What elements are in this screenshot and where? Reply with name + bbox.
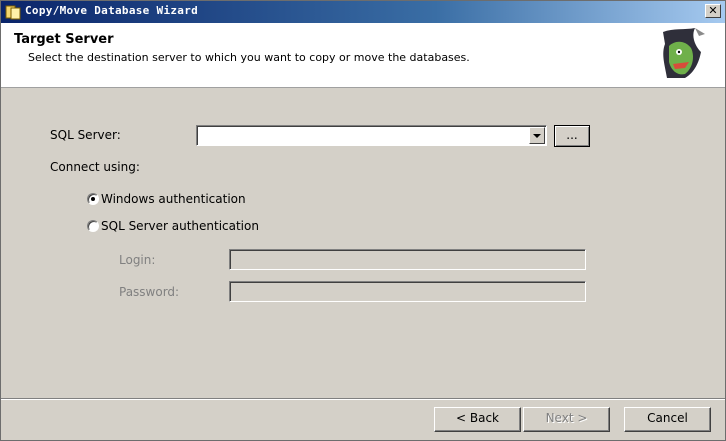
page-title: Target Server xyxy=(14,32,114,47)
browse-servers-button[interactable]: ... xyxy=(554,125,590,147)
radio-selected-dot xyxy=(91,197,95,201)
connect-using-label: Connect using: xyxy=(50,160,140,174)
chevron-down-icon[interactable] xyxy=(529,127,545,144)
sql-server-label: SQL Server: xyxy=(50,128,121,142)
next-button[interactable]: Next > xyxy=(523,407,610,432)
wizard-app-icon xyxy=(5,5,21,20)
close-icon: ✕ xyxy=(708,4,718,17)
back-button[interactable]: < Back xyxy=(434,407,521,432)
cancel-button[interactable]: Cancel xyxy=(624,407,711,432)
windows-auth-label[interactable]: Windows authentication xyxy=(101,192,246,206)
sql-auth-radio[interactable] xyxy=(87,220,99,232)
password-label: Password: xyxy=(119,285,180,299)
footer-divider xyxy=(1,398,725,400)
close-button[interactable]: ✕ xyxy=(705,4,721,18)
login-label: Login: xyxy=(119,253,156,267)
title-bar[interactable]: Copy/Move Database Wizard ✕ xyxy=(1,1,725,23)
sql-server-wizard-logo xyxy=(655,26,707,80)
page-subtitle: Select the destination server to which y… xyxy=(28,51,470,64)
login-field[interactable] xyxy=(229,249,586,270)
windows-auth-radio[interactable] xyxy=(87,193,99,205)
sql-auth-label[interactable]: SQL Server authentication xyxy=(101,219,259,233)
sql-server-combobox[interactable] xyxy=(196,125,547,146)
window-title: Copy/Move Database Wizard xyxy=(25,4,199,17)
wizard-header: Target Server Select the destination ser… xyxy=(1,23,725,88)
password-field[interactable] xyxy=(229,281,586,302)
wizard-window: Copy/Move Database Wizard ✕ Target Serve… xyxy=(0,0,726,441)
